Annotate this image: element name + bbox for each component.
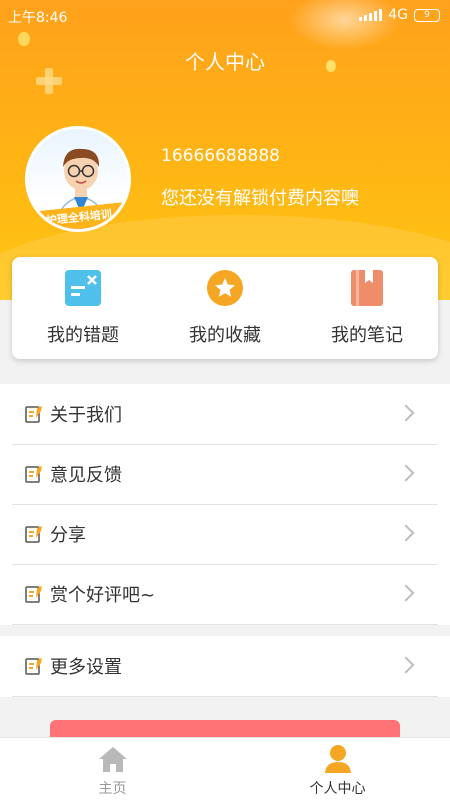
menu-item-label: 关于我们 [50,405,122,426]
menu-item-label: 更多设置 [50,657,122,678]
quick-action-label: 我的错题 [47,325,119,346]
tab-label: 个人中心 [309,781,366,797]
divider [12,696,438,697]
quick-action-notes[interactable]: 我的笔记 [296,257,438,359]
note-pencil-icon [25,526,42,543]
quick-action-wrong-questions[interactable]: 我的错题 [12,257,154,359]
menu-item-feedback[interactable]: 意见反馈 [0,444,450,504]
menu-item-label: 分享 [50,525,86,546]
divider [12,624,438,625]
avatar[interactable]: 护理全科培训 [25,126,131,232]
settings-list: 更多设置 [0,636,450,697]
menu-list: 关于我们 意见反馈 分享 赏个好评吧~ [0,384,450,625]
menu-item-label: 意见反馈 [50,465,122,486]
signal-icon [359,9,383,21]
unlock-tip: 您还没有解锁付费内容噢 [161,188,359,209]
bottom-tab-bar: 主页 个人中心 [0,737,450,800]
chevron-right-icon [397,524,415,542]
profile-header: 上午8:46 4G 9 个人中心 护理全科培训 16666688888 您还没有… [0,0,450,300]
network-type: 4G [388,7,408,23]
tab-profile[interactable]: 个人中心 [225,738,450,800]
notebook-icon [351,270,383,306]
star-icon [207,270,243,306]
page-title: 个人中心 [185,50,265,74]
dot-decoration [18,32,30,46]
chevron-right-icon [397,584,415,602]
menu-item-about[interactable]: 关于我们 [0,384,450,444]
status-time: 上午8:46 [8,10,68,26]
note-pencil-icon [25,658,42,675]
chevron-right-icon [397,404,415,422]
quick-action-label: 我的笔记 [331,325,403,346]
quick-action-favorites[interactable]: 我的收藏 [154,257,296,359]
menu-item-label: 赏个好评吧~ [50,585,156,606]
user-phone: 16666688888 [161,146,280,166]
home-icon [98,747,127,772]
chevron-right-icon [397,464,415,482]
note-pencil-icon [25,586,42,603]
tab-home[interactable]: 主页 [0,738,225,800]
user-icon [324,745,351,773]
menu-item-more-settings[interactable]: 更多设置 [0,636,450,696]
chevron-right-icon [397,656,415,674]
status-bar: 上午8:46 4G 9 [0,0,450,30]
battery-icon: 9 [414,8,440,22]
menu-item-rate[interactable]: 赏个好评吧~ [0,564,450,624]
tab-label: 主页 [98,781,127,797]
quick-action-label: 我的收藏 [189,325,261,346]
wrong-questions-icon [65,270,101,306]
note-pencil-icon [25,466,42,483]
menu-item-share[interactable]: 分享 [0,504,450,564]
note-pencil-icon [25,406,42,423]
quick-actions-card: 我的错题 我的收藏 我的笔记 [12,257,438,359]
